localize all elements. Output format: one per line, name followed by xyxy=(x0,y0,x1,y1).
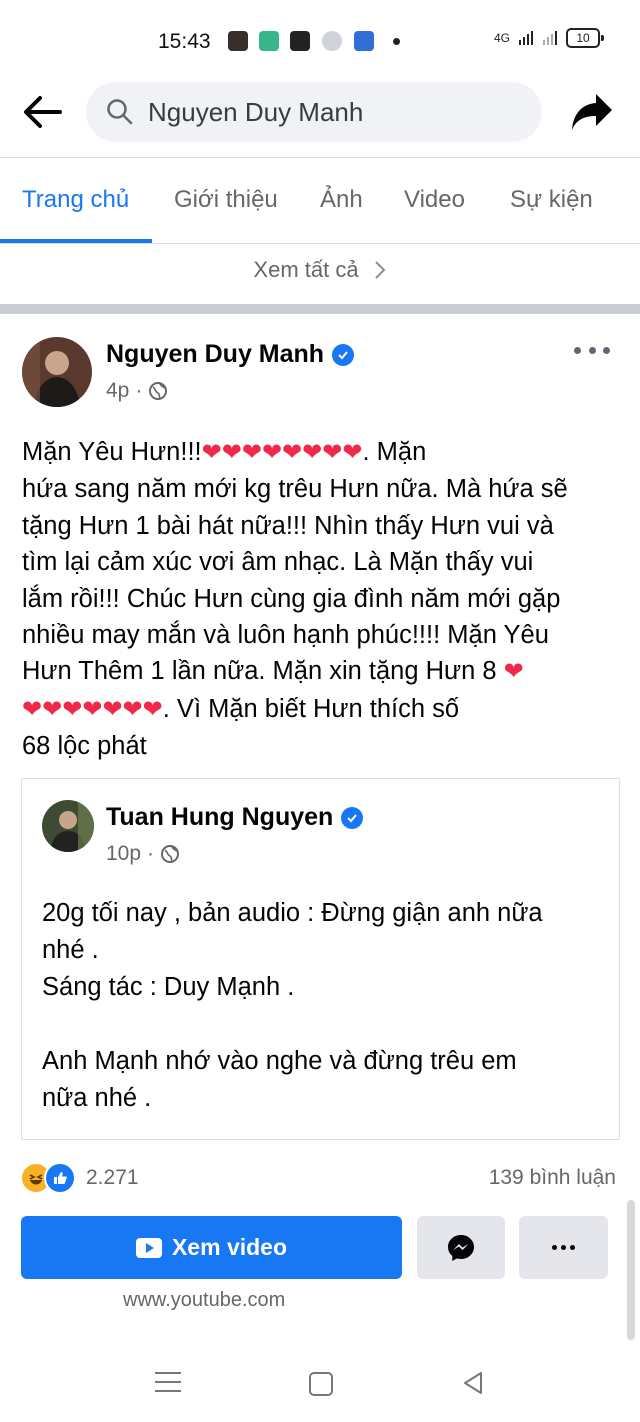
verified-badge-icon xyxy=(341,806,364,829)
watch-video-button[interactable]: Xem video xyxy=(21,1216,402,1279)
app-notification-icon xyxy=(354,31,374,51)
see-all-label: Xem tất cả xyxy=(253,257,359,282)
shared-post-author[interactable]: Tuan Hung Nguyen xyxy=(106,803,364,832)
author-name: Nguyen Duy Manh xyxy=(106,340,325,368)
play-icon xyxy=(135,1237,162,1258)
share-arrow-icon xyxy=(572,94,612,130)
dot xyxy=(603,346,610,354)
avatar-image xyxy=(22,337,92,407)
section-separator xyxy=(0,304,640,314)
post-line: tặng Hưn 1 bài hát nữa!!! Nhìn thấy Hưn … xyxy=(22,511,554,540)
recent-apps-icon[interactable] xyxy=(155,1372,181,1392)
chevron-right-icon xyxy=(374,261,385,279)
shared-line: nhé . xyxy=(42,936,99,964)
messenger-icon xyxy=(448,1234,474,1261)
post-line: nhiều may mắn và luôn hạnh phúc!!!! Mặn … xyxy=(22,621,549,650)
profile-tabs: Trang chủ Giới thiệu Ảnh Video Sự kiện xyxy=(0,158,640,244)
globe-icon xyxy=(161,845,180,863)
hearts-emoji: ❤❤❤❤❤❤❤ xyxy=(22,695,163,723)
post-options-button[interactable] xyxy=(574,338,610,362)
signal-icon-2 xyxy=(543,31,557,45)
post-time[interactable]: 4p xyxy=(106,379,129,403)
tab-events[interactable]: Sự kiện xyxy=(510,186,593,214)
arrow-left-icon xyxy=(24,96,62,128)
post-line: tìm lại cảm xúc vơi âm nhạc. Là Mặn thấy… xyxy=(22,548,534,577)
app-notification-icon xyxy=(259,31,279,51)
app-notification-icon xyxy=(322,31,342,51)
shared-author-avatar[interactable] xyxy=(42,800,94,852)
app-notification-icon xyxy=(228,31,248,51)
shared-post-text: 20g tối nay , bản audio : Đừng giận anh … xyxy=(42,895,612,1117)
shared-line: nữa nhé . xyxy=(42,1084,152,1112)
author-avatar[interactable] xyxy=(22,337,92,407)
status-time: 15:43 xyxy=(158,30,211,53)
home-icon[interactable] xyxy=(309,1372,333,1396)
reaction-count: 2.271 xyxy=(86,1166,139,1189)
more-notifications-dot xyxy=(393,38,400,45)
shared-line: Anh Mạnh nhớ vào nghe và đừng trêu em xyxy=(42,1047,517,1075)
hearts-emoji: ❤❤❤❤❤❤❤❤ xyxy=(201,439,363,466)
more-actions-button[interactable] xyxy=(519,1216,608,1279)
post-line: lắm rồi!!! Chúc Hưn cùng gia đình năm mớ… xyxy=(22,584,561,613)
avatar-image xyxy=(42,800,94,852)
dot xyxy=(561,1245,566,1250)
globe-icon xyxy=(149,382,168,400)
battery-icon: 10 xyxy=(566,28,604,48)
post-line: Mặn Yêu Hưn!!!❤❤❤❤❤❤❤❤. Mặn xyxy=(22,438,427,466)
signal-icon xyxy=(519,31,533,45)
post-line: hứa sang năm mới kg trêu Hưn nữa. Mà hứa… xyxy=(22,475,568,504)
dot xyxy=(588,346,596,354)
search-bar[interactable]: Nguyen Duy Manh xyxy=(86,82,542,142)
status-bar: 15:43 4G 10 xyxy=(0,0,640,80)
see-all-link[interactable]: Xem tất cả xyxy=(0,252,640,288)
news-notification-icon xyxy=(290,31,310,51)
search-input[interactable]: Nguyen Duy Manh xyxy=(148,97,363,128)
reactions-summary[interactable]: 2.271 xyxy=(20,1162,139,1194)
comments-count[interactable]: 139 bình luận xyxy=(489,1166,616,1190)
post-line: Hưn Thêm 1 lần nữa. Mặn xin tặng Hưn 8 ❤ xyxy=(22,657,524,686)
post-author[interactable]: Nguyen Duy Manh xyxy=(106,340,355,369)
dot xyxy=(552,1245,557,1250)
post-text: Mặn Yêu Hưn!!!❤❤❤❤❤❤❤❤. Mặn hứa sang năm… xyxy=(22,434,626,765)
back-button[interactable] xyxy=(18,88,66,136)
shared-line: Sáng tác : Duy Mạnh . xyxy=(42,973,295,1001)
status-right: 4G 10 xyxy=(493,28,604,48)
share-button[interactable] xyxy=(566,88,618,136)
shared-post-meta: 10p · xyxy=(106,842,180,866)
heart-emoji: ❤ xyxy=(503,658,524,686)
verified-badge-icon xyxy=(332,343,355,366)
network-indicator: 4G xyxy=(493,31,510,45)
scrollbar[interactable] xyxy=(627,1200,635,1340)
back-triangle-icon[interactable] xyxy=(460,1370,486,1396)
messenger-button[interactable] xyxy=(417,1216,505,1279)
shared-post-time[interactable]: 10p xyxy=(106,842,141,866)
tab-photos[interactable]: Ảnh xyxy=(320,186,363,214)
tab-videos[interactable]: Video xyxy=(404,186,465,214)
dot xyxy=(574,346,581,354)
search-icon xyxy=(104,96,136,128)
shared-line xyxy=(42,1006,612,1043)
tab-about[interactable]: Giới thiệu xyxy=(174,186,278,214)
tab-home[interactable]: Trang chủ xyxy=(22,186,129,214)
dot xyxy=(570,1245,575,1250)
like-reaction-icon xyxy=(44,1162,76,1194)
post-line: 68 lộc phát xyxy=(22,732,147,761)
link-domain[interactable]: www.youtube.com xyxy=(123,1289,285,1312)
post-meta: 4p · xyxy=(106,379,168,403)
shared-line: 20g tối nay , bản audio : Đừng giận anh … xyxy=(42,899,543,927)
post-line: ❤❤❤❤❤❤❤. Vì Mặn biết Hưn thích số xyxy=(22,694,460,723)
watch-video-label: Xem video xyxy=(171,1234,288,1260)
shared-author-name: Tuan Hung Nguyen xyxy=(106,803,334,831)
tabs-divider xyxy=(0,243,640,244)
